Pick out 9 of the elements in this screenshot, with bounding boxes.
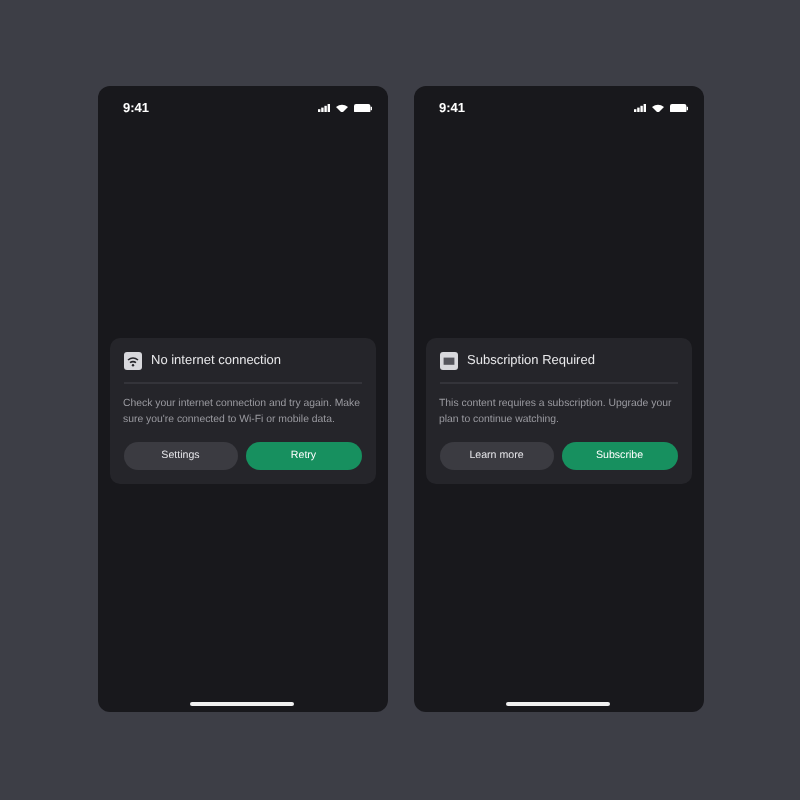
signal-icon <box>633 104 645 112</box>
battery-icon <box>353 103 371 113</box>
battery-icon <box>669 103 687 113</box>
card-icon <box>439 352 457 371</box>
home-indicator <box>506 702 610 706</box>
wifi-icon <box>651 103 663 113</box>
home-indicator <box>190 702 294 706</box>
wifi-icon <box>335 103 347 113</box>
signal-icon <box>317 104 329 112</box>
